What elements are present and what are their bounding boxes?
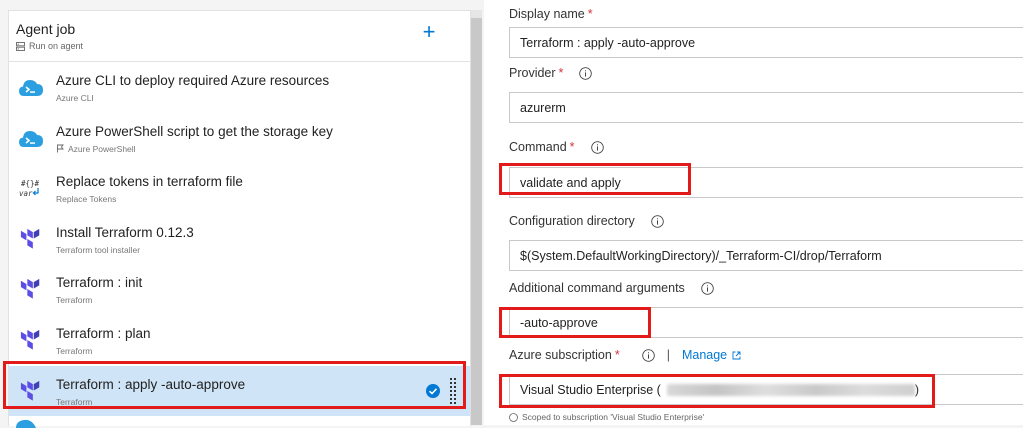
task-type-text: Terraform [56,295,93,306]
agent-job-title: Agent job [16,21,76,37]
required-marker: * [569,140,575,154]
task-list-panel: Agent job Run on agent + Azure CLI to de… [0,0,484,428]
manage-link-text: Manage [681,348,728,362]
separator: | [666,348,670,362]
task-type: Terraform [56,397,92,407]
subscription-value: Visual Studio Enterprise ( [520,382,661,397]
server-icon [16,41,25,51]
task-item[interactable]: Terraform : init Terraform [9,264,470,315]
provider-label-text: Provider [509,66,556,80]
command-value: validate and apply [520,175,621,190]
checkmark-circle-icon [426,383,440,398]
task-type-text: Azure PowerShell [68,143,136,154]
task-item[interactable]: Install Terraform 0.12.3 Terraform tool … [9,214,470,265]
task-list: Agent job Run on agent + Azure CLI to de… [8,10,471,426]
task-name: Terraform : plan [56,325,151,341]
subscription-value-end: ) [914,382,919,397]
provider-label: Provider * [509,66,593,80]
svg-text:#{}#: #{}# [21,179,40,188]
config-dir-value: $(System.DefaultWorkingDirectory)/_Terra… [520,248,882,263]
task-type-text: Terraform tool installer [56,244,141,255]
additional-args-input[interactable]: -auto-approve [509,307,1023,338]
agent-job-subtitle-text: Run on agent [29,41,84,51]
task-name: Azure CLI to deploy required Azure resou… [56,73,330,88]
scrollbar-thumb[interactable] [471,18,482,425]
subscription-scope-text: Scoped to subscription 'Visual Studio En… [522,412,705,422]
task-type: Replace Tokens [56,194,116,204]
svg-text:var: var [19,189,33,198]
task-name: Replace tokens in terraform file [56,174,243,190]
task-item[interactable]: Azure PowerShell script to get the stora… [9,113,470,164]
task-type: Azure CLI [56,93,94,103]
azure-cloud-icon [16,419,36,428]
agent-job-subtitle: Run on agent [16,41,83,51]
command-label-text: Command [509,140,567,154]
required-marker: * [558,66,564,80]
required-marker: * [587,7,593,21]
terraform-icon [20,228,40,249]
flag-icon [57,144,64,153]
info-icon[interactable] [590,140,604,154]
azure-powershell-icon [19,130,43,147]
task-type-text: Replace Tokens [56,194,117,205]
additional-args-value: -auto-approve [520,315,598,330]
task-type-text: Terraform [56,396,93,407]
task-item[interactable]: #{}# var Replace tokens in terraform fil… [9,163,470,214]
task-name: Terraform : init [56,275,143,291]
subscription-label: Azure subscription * | Manage [509,348,741,362]
subscription-label-text: Azure subscription [509,348,612,362]
config-dir-label: Configuration directory [509,214,664,228]
task-type-text: Azure CLI [56,93,94,103]
agent-job-header[interactable]: Agent job Run on agent + [9,11,470,62]
drag-handle-icon[interactable] [450,377,456,404]
terraform-icon [20,329,40,350]
info-small-icon [509,412,518,422]
task-name: Azure PowerShell script to get the stora… [56,123,333,139]
task-type: Terraform tool installer [56,245,140,255]
display-name-value: Terraform : apply -auto-approve [520,35,696,50]
task-type: Terraform [56,346,92,356]
task-type-text: Terraform [56,345,93,356]
command-select[interactable]: validate and apply [509,167,1023,198]
redacted-subscription-id [666,383,915,396]
subscription-scope-note: Scoped to subscription 'Visual Studio En… [509,412,704,422]
replace-tokens-icon: #{}# var [19,179,40,198]
provider-select[interactable]: azurerm [509,92,1023,123]
additional-args-label: Additional command arguments [509,281,714,295]
command-label: Command * [509,140,604,154]
config-dir-label-text: Configuration directory [509,214,635,228]
provider-value: azurerm [520,100,566,115]
task-name: Terraform : apply -auto-approve [56,376,246,392]
azure-cli-icon [19,80,43,96]
subscription-select[interactable]: Visual Studio Enterprise () [509,374,1023,405]
display-name-input[interactable]: Terraform : apply -auto-approve [509,27,1023,58]
task-type: Azure PowerShell [56,144,136,154]
terraform-icon [20,380,40,401]
manage-link[interactable]: Manage [682,348,741,362]
config-dir-input[interactable]: $(System.DefaultWorkingDirectory)/_Terra… [509,240,1023,271]
display-name-label: Display name * [509,7,593,21]
required-marker: * [614,348,620,362]
task-type: Terraform [56,295,92,305]
display-name-label-text: Display name [509,7,585,21]
info-icon[interactable] [641,348,655,362]
terraform-icon [20,279,40,299]
task-item-selected[interactable]: Terraform : apply -auto-approve Terrafor… [9,365,470,417]
additional-args-label-text: Additional command arguments [509,281,685,295]
task-item[interactable]: Azure CLI to deploy required Azure resou… [9,62,470,113]
task-properties-panel: Display name * Terraform : apply -auto-ap… [484,0,1023,425]
info-icon[interactable] [701,281,714,295]
external-link-icon [732,351,741,359]
add-task-icon[interactable]: + [420,21,438,43]
task-item[interactable]: Terraform : plan Terraform [9,315,470,366]
info-icon[interactable] [579,66,593,80]
task-name: Install Terraform 0.12.3 [56,224,194,240]
info-icon[interactable] [651,214,664,228]
